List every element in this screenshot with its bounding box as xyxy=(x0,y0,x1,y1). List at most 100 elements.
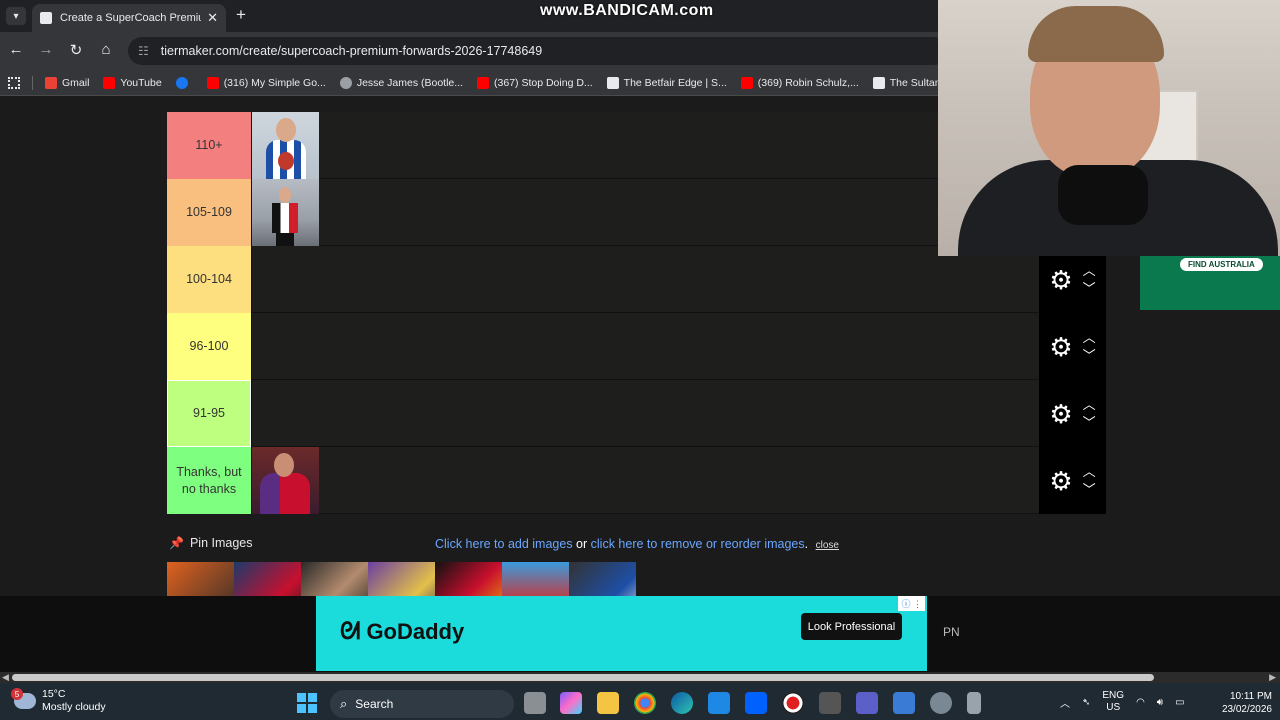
chrome-icon[interactable] xyxy=(634,692,656,714)
move-up-icon[interactable]: ︿ xyxy=(1083,398,1096,411)
bookmark-youtube-3[interactable]: (367) Stop Doing D... xyxy=(477,76,593,89)
tier-cells[interactable] xyxy=(251,246,1039,312)
bookmark-gmail[interactable]: Gmail xyxy=(45,76,89,89)
scroll-right-icon[interactable]: ▶ xyxy=(1269,672,1276,683)
new-tab-button[interactable]: + xyxy=(236,5,246,25)
wifi-icon[interactable]: ◠ xyxy=(1136,697,1145,708)
bookmarks-divider xyxy=(32,75,33,90)
tier-label[interactable]: 100-104 xyxy=(167,246,251,313)
youtube-icon xyxy=(206,76,219,89)
youtube-icon xyxy=(477,76,490,89)
bookmark-betfair[interactable]: The Betfair Edge | S... xyxy=(606,76,727,89)
bookmark-youtube-2[interactable]: (316) My Simple Go... xyxy=(206,76,326,89)
battery-icon[interactable]: ▭ xyxy=(1175,697,1184,708)
tier-label[interactable]: Thanks, but no thanks xyxy=(167,447,251,514)
x-icon xyxy=(872,76,885,89)
back-icon[interactable]: ← xyxy=(6,41,26,58)
dropbox-icon[interactable] xyxy=(745,692,767,714)
move-up-icon[interactable]: ︿ xyxy=(1083,331,1096,344)
ad-brand: GoDaddy xyxy=(366,619,465,644)
tier-cells[interactable] xyxy=(251,380,1039,446)
tab-active[interactable]: Create a SuperCoach Premium ✕ xyxy=(32,4,226,32)
site-info-icon[interactable]: ☷ xyxy=(138,44,149,58)
windows-start-icon[interactable] xyxy=(297,693,317,713)
gear-icon[interactable]: ⚙ xyxy=(1049,334,1072,360)
tier-label[interactable]: 105-109 xyxy=(167,179,251,246)
volume-icon[interactable]: 🔊︎ xyxy=(1157,697,1163,708)
move-down-icon[interactable]: ﹀ xyxy=(1083,349,1096,362)
taskbar-search[interactable]: ⌕ Search xyxy=(330,690,514,718)
globe-icon xyxy=(339,76,352,89)
apps-grid-icon[interactable] xyxy=(8,76,20,89)
horizontal-scrollbar[interactable]: ◀ ▶ xyxy=(0,672,1280,683)
pin-images-toggle[interactable]: 📌 Pin Images xyxy=(169,536,252,550)
weather-widget[interactable]: 5 15°C Mostly cloudy xyxy=(11,688,106,714)
bookmark-youtube[interactable]: YouTube xyxy=(103,76,162,89)
teams-icon[interactable] xyxy=(856,692,878,714)
system-tray: ︿ ➴ ENG US ◠ 🔊︎ ▭ xyxy=(1060,690,1185,714)
tier-controls: ⚙ ︿ ﹀ xyxy=(1039,246,1106,313)
tier-label[interactable]: 110+ xyxy=(167,112,251,179)
move-down-icon[interactable]: ﹀ xyxy=(1083,282,1096,295)
bookmark-youtube-4[interactable]: (369) Robin Schulz,... xyxy=(740,76,859,89)
search-icon: ⌕ xyxy=(340,696,348,711)
app-icon[interactable] xyxy=(819,692,841,714)
home-icon[interactable]: ⌂ xyxy=(96,41,116,58)
move-up-icon[interactable]: ︿ xyxy=(1083,465,1096,478)
tier-label[interactable]: 91-95 xyxy=(167,380,251,447)
player-image[interactable] xyxy=(252,179,319,246)
tab-search-button[interactable]: ▾ xyxy=(6,7,26,25)
pin-icon: 📌 xyxy=(169,536,184,550)
location-icon[interactable]: ➴ xyxy=(1082,697,1090,708)
ad-info-icon[interactable]: ⓘ ⋮ xyxy=(898,596,925,611)
notepad-icon[interactable] xyxy=(893,692,915,714)
mail-icon[interactable] xyxy=(708,692,730,714)
bandicam-icon[interactable] xyxy=(782,692,804,714)
settings-icon[interactable] xyxy=(930,692,952,714)
search-label: Search xyxy=(355,697,394,711)
edge-icon[interactable] xyxy=(671,692,693,714)
language-indicator[interactable]: ENG US xyxy=(1102,690,1124,714)
tier-label[interactable]: 96-100 xyxy=(167,313,251,380)
bookmark-label: (369) Robin Schulz,... xyxy=(757,76,859,89)
move-down-icon[interactable]: ﹀ xyxy=(1083,483,1096,496)
task-view-icon[interactable] xyxy=(524,692,546,714)
weather-desc: Mostly cloudy xyxy=(42,701,106,713)
godaddy-ad[interactable]: ᘛ GoDaddy Look Professional ⓘ ⋮ xyxy=(316,596,927,671)
scroll-left-icon[interactable]: ◀ xyxy=(2,672,9,683)
weather-temp: 15°C xyxy=(42,688,66,700)
tier-cells[interactable] xyxy=(251,447,1039,514)
remove-reorder-link[interactable]: click here to remove or reorder images xyxy=(591,537,805,551)
gear-icon[interactable]: ⚙ xyxy=(1049,401,1072,427)
youtube-icon xyxy=(103,76,116,89)
bookmark-facebook[interactable] xyxy=(175,76,193,89)
screen: ▾ Create a SuperCoach Premium ✕ + www.BA… xyxy=(0,0,1280,720)
close-link[interactable]: close xyxy=(816,540,839,551)
reload-icon[interactable]: ↻ xyxy=(66,41,86,59)
tier-cells[interactable] xyxy=(251,313,1039,379)
forward-icon[interactable]: → xyxy=(36,41,56,58)
gear-icon[interactable]: ⚙ xyxy=(1049,468,1072,494)
person-hair xyxy=(1028,6,1164,62)
tray-overflow-icon[interactable]: ︿ xyxy=(1060,695,1070,710)
clock[interactable]: 10:11 PM 23/02/2026 xyxy=(1210,690,1272,716)
move-down-icon[interactable]: ﹀ xyxy=(1083,416,1096,429)
scrollbar-thumb[interactable] xyxy=(12,674,1154,681)
player-image[interactable] xyxy=(252,447,319,514)
add-images-link[interactable]: Click here to add images xyxy=(435,537,573,551)
address-bar[interactable]: ☷ tiermaker.com/create/supercoach-premiu… xyxy=(128,37,948,65)
bookmark-jesse-james[interactable]: Jesse James (Bootle... xyxy=(339,76,463,89)
look-professional-button[interactable]: Look Professional xyxy=(801,613,902,640)
bandicam-watermark: www.BANDICAM.com xyxy=(540,2,714,19)
close-tab-icon[interactable]: ✕ xyxy=(207,10,218,26)
device-icon[interactable] xyxy=(967,692,981,714)
side-ad[interactable]: FIND AUSTRALIA xyxy=(1140,256,1280,310)
copilot-icon[interactable] xyxy=(560,692,582,714)
gear-icon[interactable]: ⚙ xyxy=(1049,267,1072,293)
move-up-icon[interactable]: ︿ xyxy=(1083,264,1096,277)
player-image[interactable] xyxy=(252,112,319,179)
file-explorer-icon[interactable] xyxy=(597,692,619,714)
ad-side-text: PN xyxy=(943,625,960,639)
gmail-icon xyxy=(45,76,57,89)
url-text: tiermaker.com/create/supercoach-premium-… xyxy=(160,44,543,58)
